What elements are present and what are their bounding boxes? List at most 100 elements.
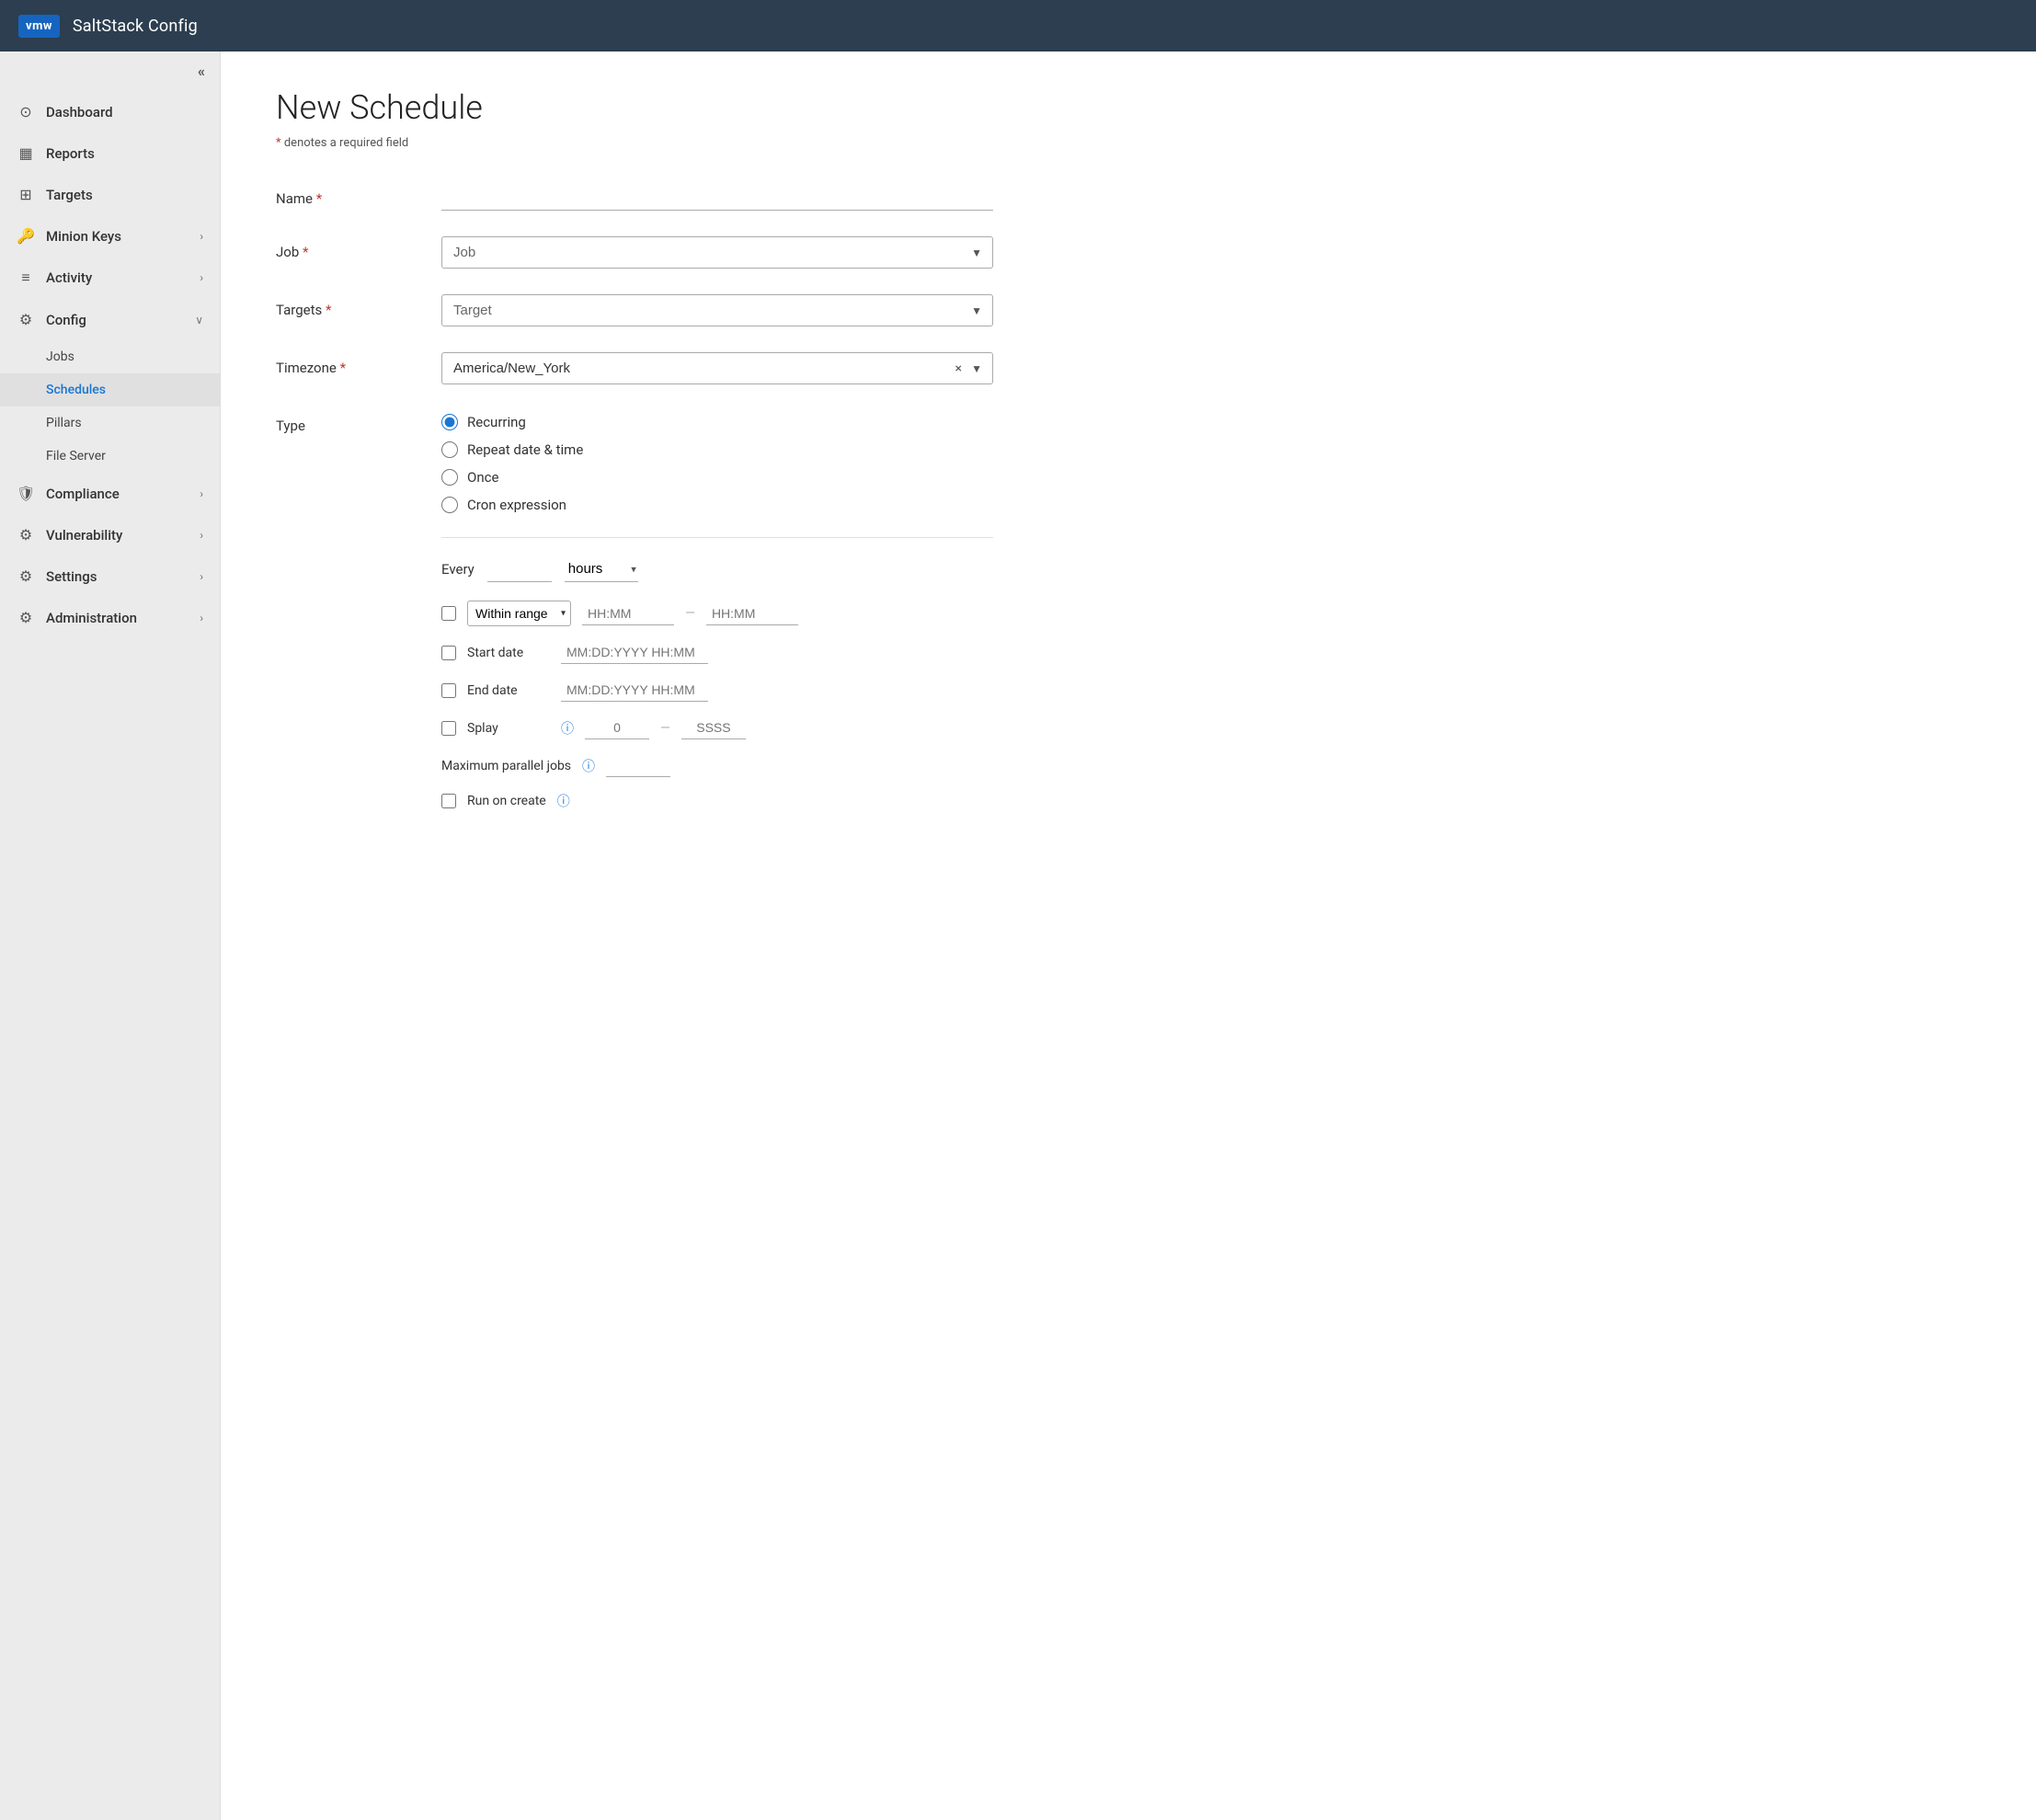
range-dash: —: [685, 606, 695, 621]
timezone-label: Timezone *: [276, 352, 423, 376]
sidebar-item-compliance[interactable]: 🛡 Compliance ›: [0, 473, 220, 514]
chevron-right-icon: ›: [200, 612, 203, 624]
start-date-label: Start date: [467, 646, 550, 660]
end-date-input[interactable]: [561, 679, 708, 702]
sidebar-item-label: Reports: [46, 145, 95, 162]
schedule-options: Every 1 hours seconds minutes days weeks…: [441, 522, 993, 810]
within-range-from-input[interactable]: [582, 602, 674, 625]
sub-item-label: Schedules: [46, 383, 106, 397]
dashboard-icon: ⊙: [17, 103, 35, 120]
sidebar-item-jobs[interactable]: Jobs: [0, 340, 220, 373]
type-repeat-option[interactable]: Repeat date & time: [441, 441, 993, 458]
type-once-option[interactable]: Once: [441, 469, 993, 486]
type-recurring-radio[interactable]: [441, 414, 458, 430]
chevron-right-icon: ›: [200, 570, 203, 583]
sidebar-item-administration[interactable]: ⚙ Administration ›: [0, 597, 220, 638]
sidebar-item-file-server[interactable]: File Server: [0, 440, 220, 473]
start-date-row: Start date: [441, 641, 993, 664]
splay-label: Splay: [467, 721, 550, 736]
max-parallel-info-icon[interactable]: ⓘ: [582, 757, 595, 775]
end-date-label: End date: [467, 683, 550, 698]
type-repeat-label: Repeat date & time: [467, 441, 583, 458]
within-range-to-input[interactable]: [706, 602, 798, 625]
splay-info-icon[interactable]: ⓘ: [561, 719, 574, 738]
vmw-logo: vmw: [18, 15, 60, 38]
every-unit-wrapper: hours seconds minutes days weeks ▾: [565, 556, 638, 582]
required-asterisk: *: [276, 136, 281, 150]
job-select[interactable]: Job: [441, 236, 993, 269]
type-cron-radio[interactable]: [441, 497, 458, 513]
type-repeat-radio[interactable]: [441, 441, 458, 458]
sidebar-item-config[interactable]: ⚙ Config ∨: [0, 299, 220, 340]
type-recurring-option[interactable]: Recurring: [441, 414, 993, 430]
type-recurring-label: Recurring: [467, 414, 526, 430]
timezone-select[interactable]: America/New_York: [441, 352, 993, 384]
targets-select[interactable]: Target: [441, 294, 993, 326]
sub-item-label: Jobs: [46, 349, 74, 364]
max-parallel-row: Maximum parallel jobs ⓘ 1: [441, 754, 993, 777]
splay-checkbox[interactable]: [441, 721, 456, 736]
sidebar-item-pillars[interactable]: Pillars: [0, 406, 220, 440]
end-date-row: End date: [441, 679, 993, 702]
sidebar-item-label: Minion Keys: [46, 228, 121, 245]
within-range-wrapper: Within range ▾: [467, 601, 571, 626]
reports-icon: ▦: [17, 144, 35, 162]
topbar: vmw SaltStack Config: [0, 0, 2036, 52]
sidebar: « ⊙ Dashboard ▦ Reports ⊞ Targets 🔑 Mini…: [0, 52, 221, 1820]
sidebar-item-vulnerability[interactable]: ⚙ Vulnerability ›: [0, 514, 220, 555]
splay-row: Splay ⓘ —: [441, 716, 993, 739]
sidebar-item-targets[interactable]: ⊞ Targets: [0, 174, 220, 215]
activity-icon: ≡: [17, 269, 35, 287]
type-label: Type: [276, 410, 423, 434]
chevron-down-icon: ∨: [195, 314, 203, 326]
run-on-create-info-icon[interactable]: ⓘ: [557, 792, 570, 810]
timezone-clear-button[interactable]: ×: [955, 361, 962, 376]
sidebar-item-label: Config: [46, 312, 86, 328]
type-once-radio[interactable]: [441, 469, 458, 486]
sidebar-item-label: Targets: [46, 187, 93, 203]
run-on-create-checkbox[interactable]: [441, 794, 456, 808]
collapse-icon: «: [198, 63, 205, 80]
splay-dash: —: [660, 721, 670, 736]
sidebar-collapse-button[interactable]: «: [0, 52, 220, 91]
timezone-row: Timezone * America/New_York × ▼: [276, 352, 1981, 384]
max-parallel-input[interactable]: 1: [606, 754, 670, 777]
sidebar-item-label: Dashboard: [46, 104, 113, 120]
run-on-create-row: Run on create ⓘ: [441, 792, 993, 810]
divider: [441, 537, 993, 538]
start-date-checkbox[interactable]: [441, 646, 456, 660]
chevron-right-icon: ›: [200, 271, 203, 284]
sidebar-item-minion-keys[interactable]: 🔑 Minion Keys ›: [0, 215, 220, 257]
targets-row: Targets * Target ▼: [276, 294, 1981, 326]
end-date-checkbox[interactable]: [441, 683, 456, 698]
splay-from-input[interactable]: [585, 716, 649, 739]
sidebar-item-label: Administration: [46, 610, 137, 626]
within-range-select[interactable]: Within range: [467, 601, 571, 626]
app-title: SaltStack Config: [73, 17, 198, 36]
type-cron-label: Cron expression: [467, 497, 566, 513]
sidebar-item-schedules[interactable]: Schedules: [0, 373, 220, 406]
type-once-label: Once: [467, 469, 498, 486]
targets-icon: ⊞: [17, 186, 35, 203]
splay-to-input[interactable]: [681, 716, 746, 739]
within-range-checkbox[interactable]: [441, 606, 456, 621]
required-note: * denotes a required field: [276, 136, 1981, 150]
sidebar-item-reports[interactable]: ▦ Reports: [0, 132, 220, 174]
targets-label: Targets *: [276, 294, 423, 318]
chevron-right-icon: ›: [200, 230, 203, 243]
sidebar-item-dashboard[interactable]: ⊙ Dashboard: [0, 91, 220, 132]
key-icon: 🔑: [17, 227, 35, 245]
sidebar-item-activity[interactable]: ≡ Activity ›: [0, 257, 220, 299]
every-unit-select[interactable]: hours seconds minutes days weeks: [565, 556, 638, 582]
start-date-input[interactable]: [561, 641, 708, 664]
chevron-right-icon: ›: [200, 487, 203, 500]
sidebar-item-settings[interactable]: ⚙ Settings ›: [0, 555, 220, 597]
sidebar-item-label: Activity: [46, 269, 92, 286]
administration-icon: ⚙: [17, 609, 35, 626]
config-icon: ⚙: [17, 311, 35, 328]
type-cron-option[interactable]: Cron expression: [441, 497, 993, 513]
job-label: Job *: [276, 236, 423, 260]
every-number-input[interactable]: 1: [487, 556, 552, 582]
sidebar-item-label: Vulnerability: [46, 527, 122, 544]
name-input[interactable]: [441, 183, 993, 211]
